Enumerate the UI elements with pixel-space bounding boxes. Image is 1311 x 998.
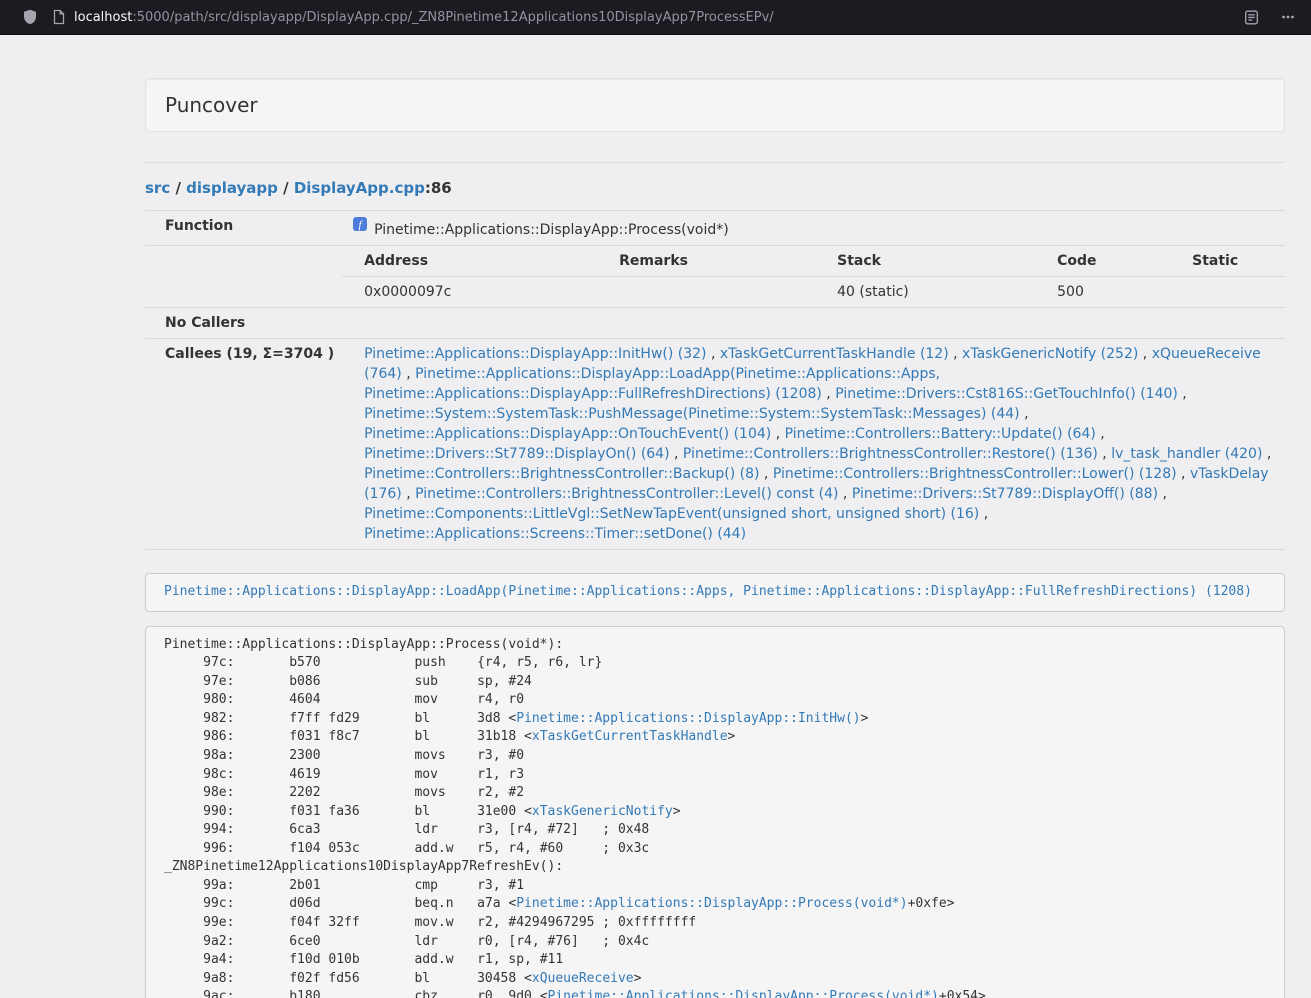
callee-link[interactable]: Pinetime::Drivers::Cst816S::GetTouchInfo…	[835, 386, 1178, 402]
page-content: Puncover src / displayapp / DisplayApp.c…	[145, 35, 1285, 998]
callee-link[interactable]: Pinetime::Controllers::Battery::Update()…	[785, 426, 1096, 442]
callee-separator: ,	[1096, 426, 1105, 442]
callee-link[interactable]: Pinetime::Drivers::St7789::DisplayOff() …	[852, 486, 1158, 502]
disassembly-symbol-link[interactable]: xTaskGetCurrentTaskHandle	[532, 729, 728, 744]
callee-link[interactable]: Pinetime::Components::LittleVgl::SetNewT…	[364, 506, 979, 522]
no-callers-row: No Callers	[145, 308, 1285, 339]
callee-separator: ,	[1178, 386, 1187, 402]
col-address: Address	[342, 246, 619, 277]
callee-link[interactable]: xTaskGetCurrentTaskHandle (12)	[720, 346, 949, 362]
shield-icon[interactable]	[22, 9, 38, 25]
url-path: :5000/path/src/displayapp/DisplayApp.cpp…	[132, 10, 773, 25]
breadcrumb: src / displayapp / DisplayApp.cpp:86	[145, 179, 1285, 197]
col-remarks: Remarks	[619, 246, 837, 277]
callee-link[interactable]: Pinetime::Applications::DisplayApp::OnTo…	[364, 426, 771, 442]
breadcrumb-link-displayapp[interactable]: displayapp	[186, 179, 278, 197]
callee-link[interactable]: Pinetime::Controllers::BrightnessControl…	[415, 486, 838, 502]
callees-row: Callees (19, Σ=3704 ) Pinetime::Applicat…	[145, 339, 1285, 550]
callee-separator: ,	[759, 466, 772, 482]
browser-toolbar: localhost:5000/path/src/displayapp/Displ…	[0, 0, 1311, 35]
empty-label-cell	[145, 246, 342, 308]
app-header-panel: Puncover	[145, 78, 1285, 132]
col-code: Code	[1057, 246, 1192, 277]
callee-separator: ,	[979, 506, 988, 522]
callee-link[interactable]: xTaskGenericNotify (252)	[962, 346, 1138, 362]
stack-value: 40 (static)	[837, 277, 1057, 308]
breadcrumb-link-file[interactable]: DisplayApp.cpp	[294, 179, 425, 197]
col-static: Static	[1192, 246, 1285, 277]
disassembly-code: Pinetime::Applications::DisplayApp::Proc…	[145, 626, 1285, 998]
callee-separator: ,	[707, 346, 720, 362]
function-table: Function f Pinetime::Applications::Displ…	[145, 210, 1285, 550]
page-icon[interactable]	[52, 9, 66, 25]
col-stack: Stack	[837, 246, 1057, 277]
callee-link[interactable]: Pinetime::System::SystemTask::PushMessag…	[364, 406, 1020, 422]
code-value: 500	[1057, 277, 1192, 308]
page-title: Puncover	[165, 93, 258, 117]
loadapp-symbol-link[interactable]: Pinetime::Applications::DisplayApp::Load…	[164, 584, 1252, 599]
callee-separator: ,	[1158, 486, 1167, 502]
callee-separator: ,	[1177, 466, 1190, 482]
function-detail-row: Address Remarks Stack Code Static 0x0000…	[145, 246, 1285, 308]
callee-separator: ,	[949, 346, 962, 362]
address-value: 0x0000097c	[342, 277, 619, 308]
function-row-label: Function	[145, 211, 342, 246]
detail-table-cell: Address Remarks Stack Code Static 0x0000…	[342, 246, 1285, 308]
callee-link[interactable]: Pinetime::Applications::DisplayApp::Init…	[364, 346, 706, 362]
function-row: Function f Pinetime::Applications::Displ…	[145, 211, 1285, 246]
detail-header-row: Address Remarks Stack Code Static	[342, 246, 1285, 277]
callee-link[interactable]: Pinetime::Controllers::BrightnessControl…	[773, 466, 1177, 482]
callee-separator: ,	[1262, 446, 1271, 462]
url-bar[interactable]: localhost:5000/path/src/displayapp/Displ…	[74, 10, 1224, 25]
divider	[145, 162, 1285, 163]
breadcrumb-separator: /	[278, 179, 294, 197]
no-callers-label: No Callers	[145, 308, 342, 339]
callee-separator: ,	[822, 386, 835, 402]
disassembly-symbol-link[interactable]: Pinetime::Applications::DisplayApp::Proc…	[516, 896, 907, 911]
breadcrumb-line-number: :86	[425, 179, 452, 197]
callees-list: Pinetime::Applications::DisplayApp::Init…	[342, 339, 1285, 550]
url-domain: localhost	[74, 10, 132, 25]
detail-table: Address Remarks Stack Code Static 0x0000…	[342, 246, 1285, 307]
callee-separator: ,	[1098, 446, 1111, 462]
remarks-value	[619, 277, 837, 308]
callee-separator: ,	[670, 446, 683, 462]
selected-symbol-box: Pinetime::Applications::DisplayApp::Load…	[145, 573, 1285, 612]
disassembly-symbol-link[interactable]: Pinetime::Applications::DisplayApp::Init…	[516, 711, 860, 726]
callee-link[interactable]: Pinetime::Applications::Screens::Timer::…	[364, 526, 746, 542]
function-icon: f	[352, 216, 368, 238]
callee-separator: ,	[402, 366, 415, 382]
callee-separator: ,	[402, 486, 415, 502]
disassembly-symbol-link[interactable]: xQueueReceive	[532, 971, 634, 986]
function-name: Pinetime::Applications::DisplayApp::Proc…	[374, 222, 729, 238]
callees-label: Callees (19, Σ=3704 )	[145, 339, 342, 550]
callee-separator: ,	[1020, 406, 1029, 422]
callee-separator: ,	[771, 426, 784, 442]
callee-link[interactable]: Pinetime::Controllers::BrightnessControl…	[683, 446, 1098, 462]
static-value	[1192, 277, 1285, 308]
breadcrumb-link-src[interactable]: src	[145, 179, 170, 197]
reader-mode-icon[interactable]	[1244, 10, 1259, 25]
callee-link[interactable]: lv_task_handler (420)	[1111, 446, 1262, 462]
callee-link[interactable]: Pinetime::Drivers::St7789::DisplayOn() (…	[364, 446, 669, 462]
breadcrumb-separator: /	[170, 179, 186, 197]
disassembly-symbol-link[interactable]: Pinetime::Applications::DisplayApp::Proc…	[548, 989, 939, 998]
callee-link[interactable]: Pinetime::Controllers::BrightnessControl…	[364, 466, 759, 482]
menu-dots-icon[interactable]	[1281, 10, 1295, 24]
callee-separator: ,	[1138, 346, 1151, 362]
callee-separator: ,	[838, 486, 851, 502]
disassembly-symbol-link[interactable]: xTaskGenericNotify	[532, 804, 673, 819]
function-name-cell: f Pinetime::Applications::DisplayApp::Pr…	[342, 211, 1285, 246]
no-callers-cell	[342, 308, 1285, 339]
detail-value-row: 0x0000097c 40 (static) 500	[342, 277, 1285, 308]
